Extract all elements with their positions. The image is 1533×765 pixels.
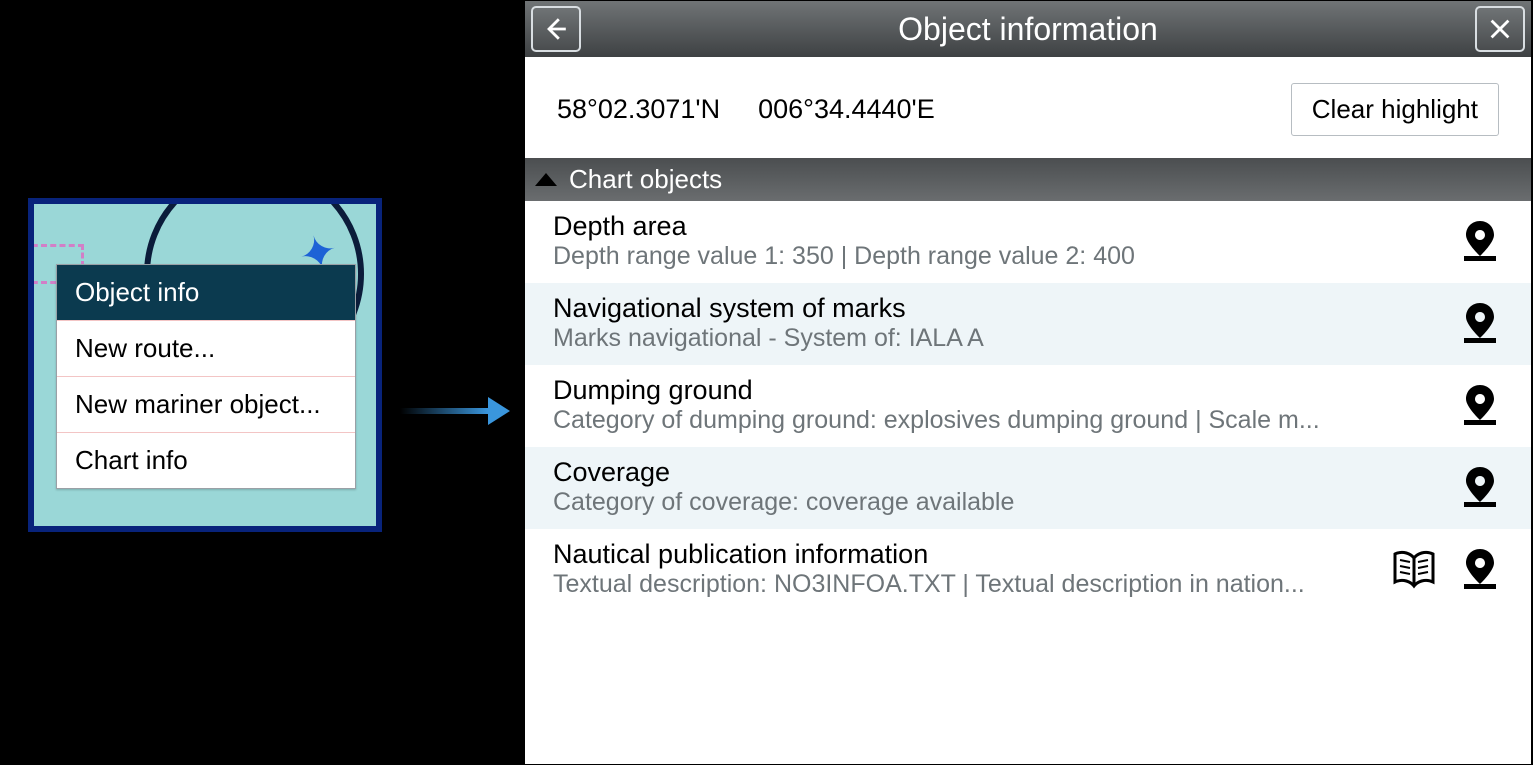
section-header-label: Chart objects [569, 164, 722, 195]
section-header-chart-objects[interactable]: Chart objects [525, 158, 1531, 201]
clear-highlight-button[interactable]: Clear highlight [1291, 83, 1499, 136]
object-info-dialog: Object information 58°02.3071'N 006°34.4… [524, 0, 1532, 765]
longitude-value: 006°34.4440'E [758, 94, 935, 125]
chart-object-row[interactable]: Navigational system of marksMarks naviga… [525, 283, 1531, 365]
collapse-triangle-icon [535, 173, 557, 186]
context-item-new-route[interactable]: New route... [57, 320, 355, 376]
close-button[interactable] [1475, 6, 1525, 52]
chart-object-title: Navigational system of marks [553, 293, 1445, 324]
location-pin-icon[interactable] [1457, 218, 1503, 264]
chart-object-row[interactable]: Depth areaDepth range value 1: 350 | Dep… [525, 201, 1531, 283]
latitude-value: 58°02.3071'N [557, 94, 720, 125]
chart-object-row[interactable]: Nautical publication informationTextual … [525, 529, 1531, 611]
chart-thumbnail: ✦ Object info New route... New mariner o… [28, 198, 382, 532]
chart-object-subtitle: Marks navigational - System of: IALA A [553, 324, 1333, 353]
chart-object-text: Dumping groundCategory of dumping ground… [553, 375, 1445, 435]
chart-object-icons [1391, 546, 1503, 592]
back-button[interactable] [531, 6, 581, 52]
chart-object-icons [1457, 218, 1503, 264]
location-pin-icon[interactable] [1457, 546, 1503, 592]
chart-object-subtitle: Category of coverage: coverage available [553, 488, 1333, 517]
chart-object-text: Nautical publication informationTextual … [553, 539, 1379, 599]
titlebar: Object information [525, 1, 1531, 57]
context-item-chart-info[interactable]: Chart info [57, 432, 355, 488]
chart-object-title: Dumping ground [553, 375, 1445, 406]
book-icon[interactable] [1391, 546, 1437, 592]
close-icon [1486, 15, 1514, 43]
dialog-title: Object information [525, 11, 1531, 48]
chart-object-text: Navigational system of marksMarks naviga… [553, 293, 1445, 353]
context-menu: Object info New route... New mariner obj… [56, 264, 356, 489]
chart-object-title: Nautical publication information [553, 539, 1379, 570]
location-pin-icon[interactable] [1457, 382, 1503, 428]
location-pin-icon[interactable] [1457, 300, 1503, 346]
chart-object-subtitle: Textual description: NO3INFOA.TXT | Text… [553, 570, 1333, 599]
chart-object-subtitle: Category of dumping ground: explosives d… [553, 406, 1333, 435]
chart-object-row[interactable]: Dumping groundCategory of dumping ground… [525, 365, 1531, 447]
chart-object-icons [1457, 464, 1503, 510]
chart-object-title: Coverage [553, 457, 1445, 488]
chart-object-text: CoverageCategory of coverage: coverage a… [553, 457, 1445, 517]
chart-object-text: Depth areaDepth range value 1: 350 | Dep… [553, 211, 1445, 271]
back-arrow-icon [542, 15, 570, 43]
context-item-object-info[interactable]: Object info [57, 265, 355, 320]
chart-object-list: Depth areaDepth range value 1: 350 | Dep… [525, 201, 1531, 764]
flow-arrow-icon [400, 396, 510, 426]
chart-object-icons [1457, 300, 1503, 346]
chart-object-subtitle: Depth range value 1: 350 | Depth range v… [553, 242, 1333, 271]
chart-object-row[interactable]: CoverageCategory of coverage: coverage a… [525, 447, 1531, 529]
context-item-new-mariner-object[interactable]: New mariner object... [57, 376, 355, 432]
coordinates-row: 58°02.3071'N 006°34.4440'E Clear highlig… [525, 57, 1531, 158]
chart-object-title: Depth area [553, 211, 1445, 242]
chart-object-icons [1457, 382, 1503, 428]
location-pin-icon[interactable] [1457, 464, 1503, 510]
